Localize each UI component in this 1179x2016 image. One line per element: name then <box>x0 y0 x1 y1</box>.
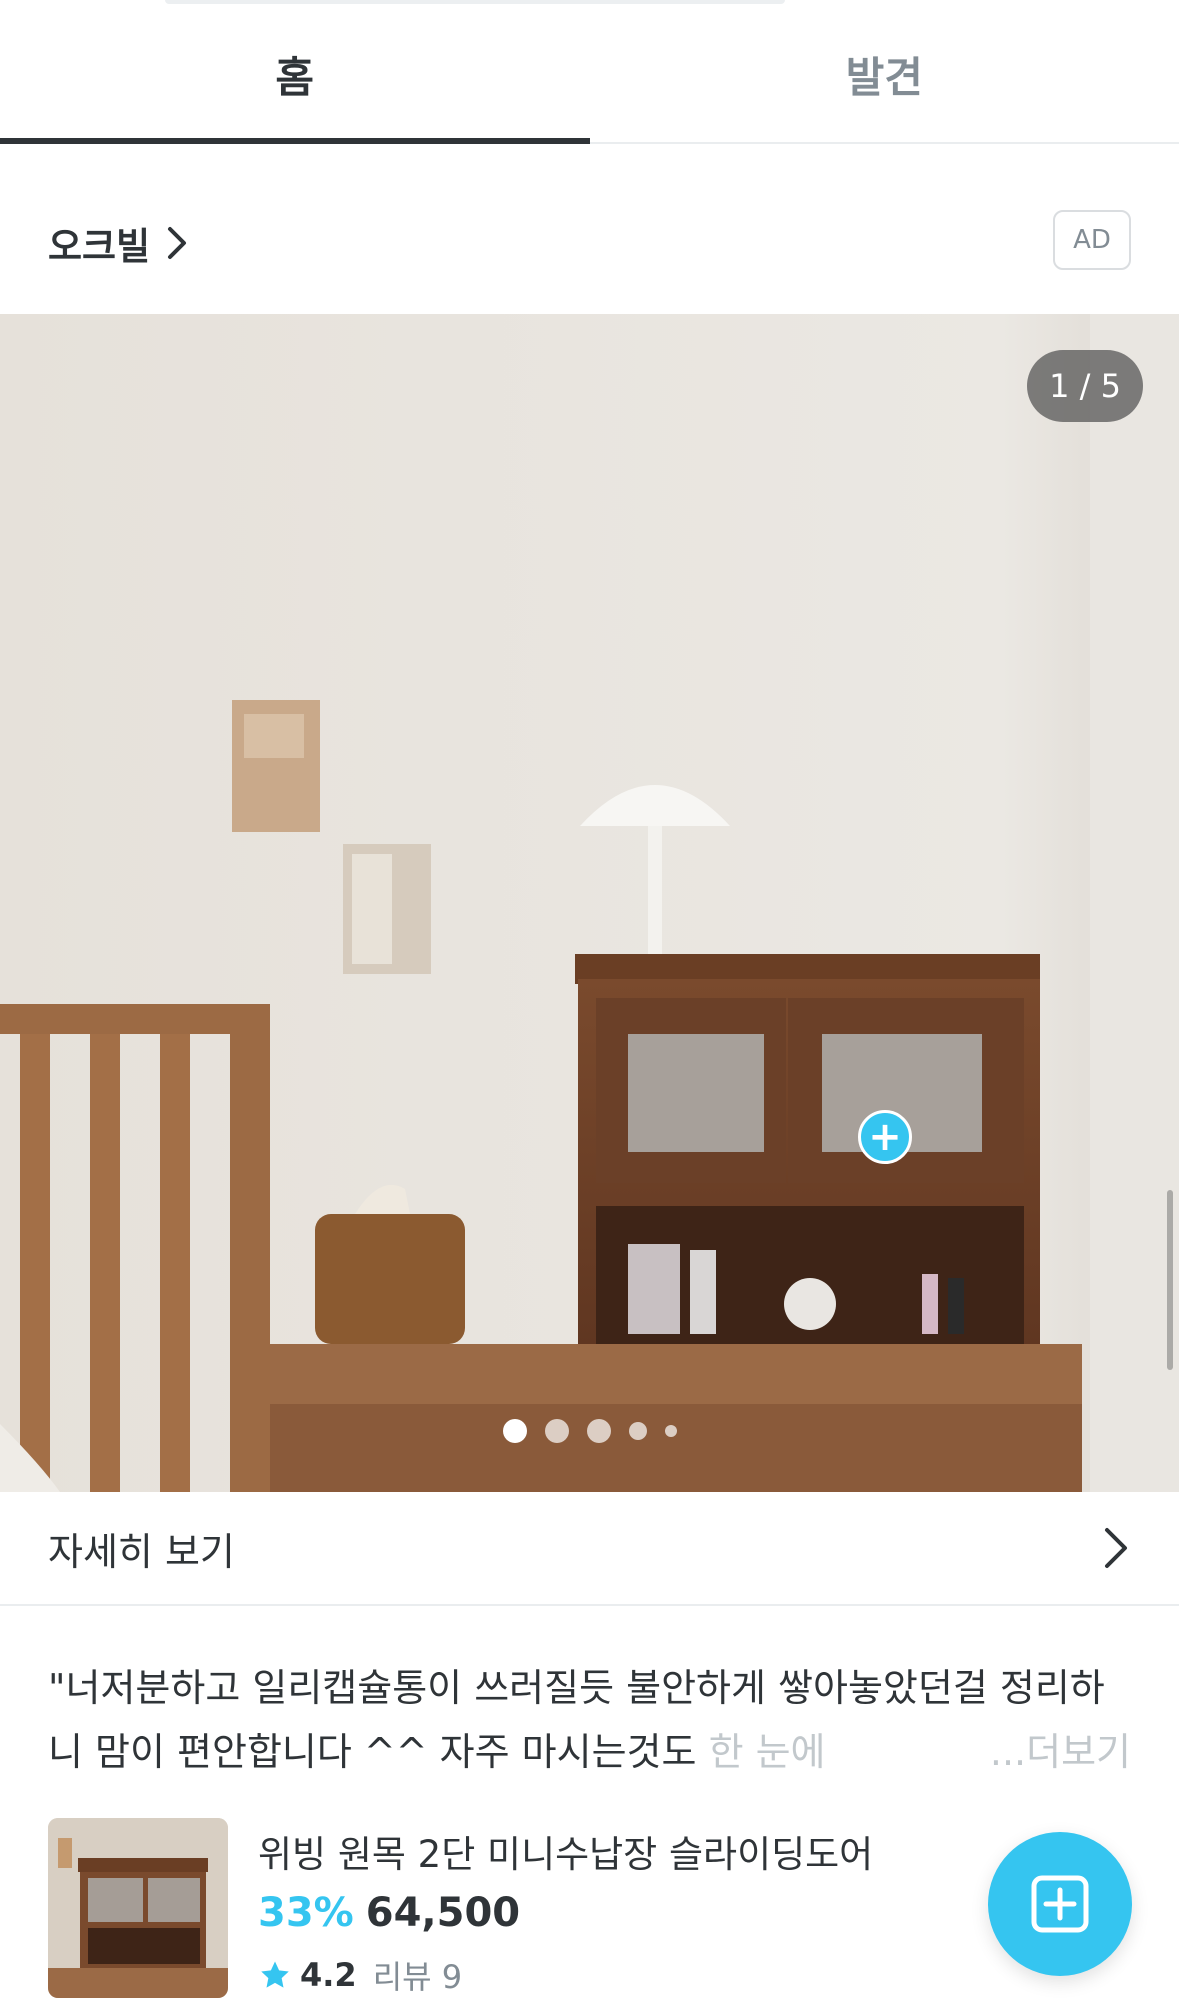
tab-bar: 홈 발견 <box>0 0 1179 144</box>
ad-badge: AD <box>1053 210 1131 270</box>
scrollbar[interactable] <box>1167 1190 1173 1370</box>
rating-value: 4.2 <box>300 1956 357 1994</box>
post-photo-carousel[interactable]: 1 / 5 + <box>0 314 1179 1492</box>
carousel-dot <box>544 1419 569 1443</box>
brand-link[interactable]: 오크빌 <box>48 216 190 270</box>
view-details-label: 자세히 보기 <box>48 1529 235 1574</box>
price-line: 33% 64,500 <box>258 1890 520 1936</box>
add-square-icon <box>1031 1875 1089 1933</box>
tab-home[interactable]: 홈 <box>0 0 590 144</box>
product-tag-hotspot[interactable]: + <box>858 1110 912 1164</box>
carousel-dot <box>502 1419 527 1443</box>
product-card[interactable]: 위빙 원목 2단 미니수납장 슬라이딩도어 33% 64,500 4.2 리뷰 … <box>48 1818 948 1998</box>
product-price: 64,500 <box>365 1890 521 1936</box>
review-count: 리뷰 9 <box>372 1958 463 1996</box>
chevron-right-icon <box>168 227 187 259</box>
more-button[interactable]: ...더보기 <box>929 1720 1131 1784</box>
star-icon <box>261 1961 289 1988</box>
write-post-button[interactable] <box>988 1832 1132 1976</box>
carousel-dot <box>664 1425 677 1437</box>
discount-rate: 33% <box>258 1890 354 1936</box>
product-thumbnail <box>48 1818 228 1998</box>
image-counter: 1 / 5 <box>1027 350 1143 422</box>
tab-discover[interactable]: 발견 <box>590 0 1179 142</box>
description-faded-text: 한 눈에 <box>708 1730 826 1774</box>
brand-header: 오크빌 AD <box>0 144 1179 314</box>
carousel-dot <box>628 1422 647 1440</box>
product-image <box>48 1818 228 1998</box>
rating-line: 4.2 리뷰 9 <box>258 1952 462 1998</box>
plus-icon: + <box>868 1114 902 1160</box>
product-name: 위빙 원목 2단 미니수납장 슬라이딩도어 <box>258 1833 874 1876</box>
carousel-indicator <box>0 1419 1179 1443</box>
brand-name: 오크빌 <box>48 225 151 268</box>
view-details-row[interactable]: 자세히 보기 <box>0 1492 1179 1606</box>
carousel-dot <box>586 1419 611 1443</box>
room-photo <box>0 314 1179 1492</box>
chevron-right-icon <box>1105 1528 1127 1568</box>
